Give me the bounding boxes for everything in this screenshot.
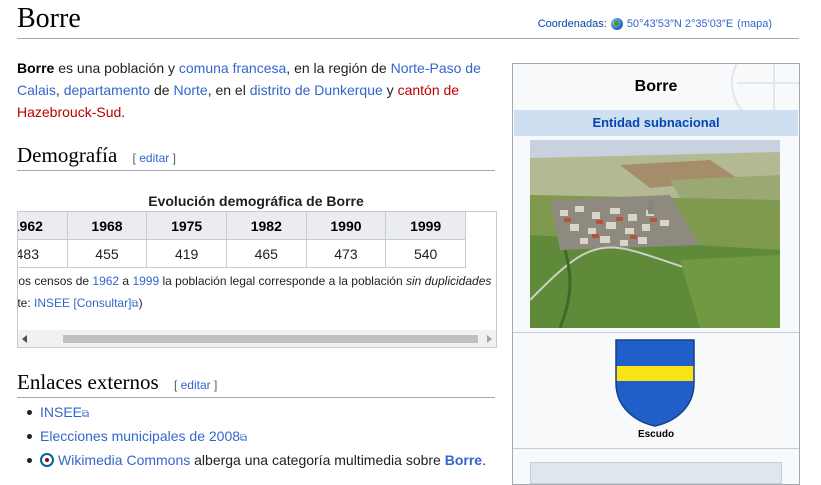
section-heading-enlaces: Enlaces externos [ editar ] — [17, 370, 495, 398]
scroll-right-arrow-icon[interactable] — [487, 335, 492, 343]
link-norte[interactable]: Norte — [173, 82, 207, 98]
external-link-icon: ⧉ — [131, 299, 139, 310]
demography-table-scroller[interactable]: 1962 1968 1975 1982 1990 1999 483 455 41… — [17, 211, 497, 348]
intro-bold-title: Borre — [17, 60, 55, 76]
intro-text: de — [150, 82, 174, 98]
infobox-subtitle[interactable]: Entidad subnacional — [514, 110, 798, 136]
year-header: 1975 — [146, 212, 227, 240]
horizontal-scrollbar[interactable] — [18, 330, 496, 347]
link-distrito[interactable]: distrito de Dunkerque — [250, 82, 383, 98]
external-link-icon: ⧉ — [82, 409, 90, 420]
demography-table: 1962 1968 1975 1982 1990 1999 483 455 41… — [18, 212, 466, 268]
intro-paragraph: Borre es una población y comuna francesa… — [17, 57, 497, 123]
link-elecciones[interactable]: Elecciones municipales de 2008 — [40, 428, 240, 444]
table-row: 483 455 419 465 473 540 — [18, 239, 466, 268]
coordinates-label: Coordenadas: — [537, 18, 607, 30]
scroll-left-arrow-icon[interactable] — [22, 335, 27, 343]
page-title: Borre — [17, 3, 81, 34]
list-item: Elecciones municipales de 2008⧉ — [27, 426, 497, 450]
intro-text: es una población y — [54, 60, 179, 76]
coordinates-map-link[interactable]: (mapa) — [737, 17, 772, 31]
population-cell: 419 — [146, 239, 227, 268]
infobox: Borre Entidad subnacional Escudo — [512, 63, 800, 485]
link-commons[interactable]: Wikimedia Commons — [58, 452, 190, 468]
title-divider — [17, 38, 799, 39]
infobox-title: Borre — [634, 78, 678, 95]
external-link-icon: ⧉ — [240, 433, 248, 444]
external-links-list: INSEE⧉ Elecciones municipales de 2008⧉ W… — [27, 402, 497, 474]
edit-section: [ editar ] — [173, 378, 218, 392]
coordinates-link[interactable]: 50°43′53″N 2°35′03″E — [627, 17, 733, 31]
list-item: INSEE⧉ — [27, 402, 497, 426]
population-cell: 455 — [67, 239, 148, 268]
section-heading-demografia: Demografía [ editar ] — [17, 143, 495, 171]
intro-text: , en la región de — [286, 60, 391, 76]
section-title: Enlaces externos — [17, 370, 159, 394]
edit-link[interactable]: editar — [181, 378, 211, 392]
table-caption: Evolución demográfica de Borre — [148, 193, 364, 209]
year-header: 1968 — [67, 212, 148, 240]
intro-text: , en el — [207, 82, 250, 98]
coordinates: Coordenadas: 50°43′53″N 2°35′03″E (mapa) — [538, 17, 772, 31]
link-commons-category[interactable]: Borre — [445, 452, 482, 468]
compass-icon — [731, 64, 799, 110]
table-header-row: 1962 1968 1975 1982 1990 1999 — [18, 212, 466, 240]
infobox-arms-cell: Escudo — [513, 333, 799, 449]
infobox-photo-cell — [513, 136, 799, 333]
link-insee[interactable]: INSEE — [40, 404, 82, 420]
year-header: 1982 — [226, 212, 307, 240]
location-map[interactable] — [530, 462, 782, 484]
aerial-photo-drawing — [530, 140, 780, 328]
link-1999[interactable]: 1999 — [132, 274, 159, 288]
commons-icon — [40, 453, 54, 467]
arms-caption: Escudo — [637, 429, 675, 440]
population-cell: 465 — [226, 239, 307, 268]
year-header: 1990 — [306, 212, 387, 240]
intro-text: , — [55, 82, 64, 98]
infobox-title-row: Borre — [513, 64, 799, 110]
link-departamento[interactable]: departamento — [64, 82, 150, 98]
scroll-thumb[interactable] — [63, 335, 478, 343]
list-item: Wikimedia Commons alberga una categoría … — [27, 450, 497, 474]
commons-text: alberga una categoría multimedia sobre — [190, 452, 445, 468]
table-source: Fuente: INSEE [Consultar]⧉) — [17, 296, 143, 310]
population-cell: 483 — [18, 239, 68, 268]
year-header: 1999 — [385, 212, 466, 240]
link-comuna[interactable]: comuna francesa — [179, 60, 286, 76]
population-cell: 540 — [385, 239, 466, 268]
edit-link[interactable]: editar — [139, 151, 169, 165]
section-title: Demografía — [17, 143, 118, 167]
link-insee-source[interactable]: INSEE — [34, 296, 70, 310]
link-consultar[interactable]: [Consultar] — [73, 296, 131, 310]
year-header: 1962 — [18, 212, 68, 240]
link-1962[interactable]: 1962 — [92, 274, 119, 288]
globe-icon[interactable] — [610, 18, 623, 30]
coat-of-arms-image[interactable] — [614, 338, 696, 428]
population-cell: 473 — [306, 239, 387, 268]
table-note: De los censos de 1962 a 1999 la població… — [17, 274, 492, 288]
intro-text: . — [121, 104, 126, 120]
note-italic: sin duplicidades — [405, 274, 492, 288]
aerial-photo[interactable] — [530, 140, 780, 328]
edit-section: [ editar ] — [132, 151, 176, 165]
intro-text: y — [382, 82, 398, 98]
